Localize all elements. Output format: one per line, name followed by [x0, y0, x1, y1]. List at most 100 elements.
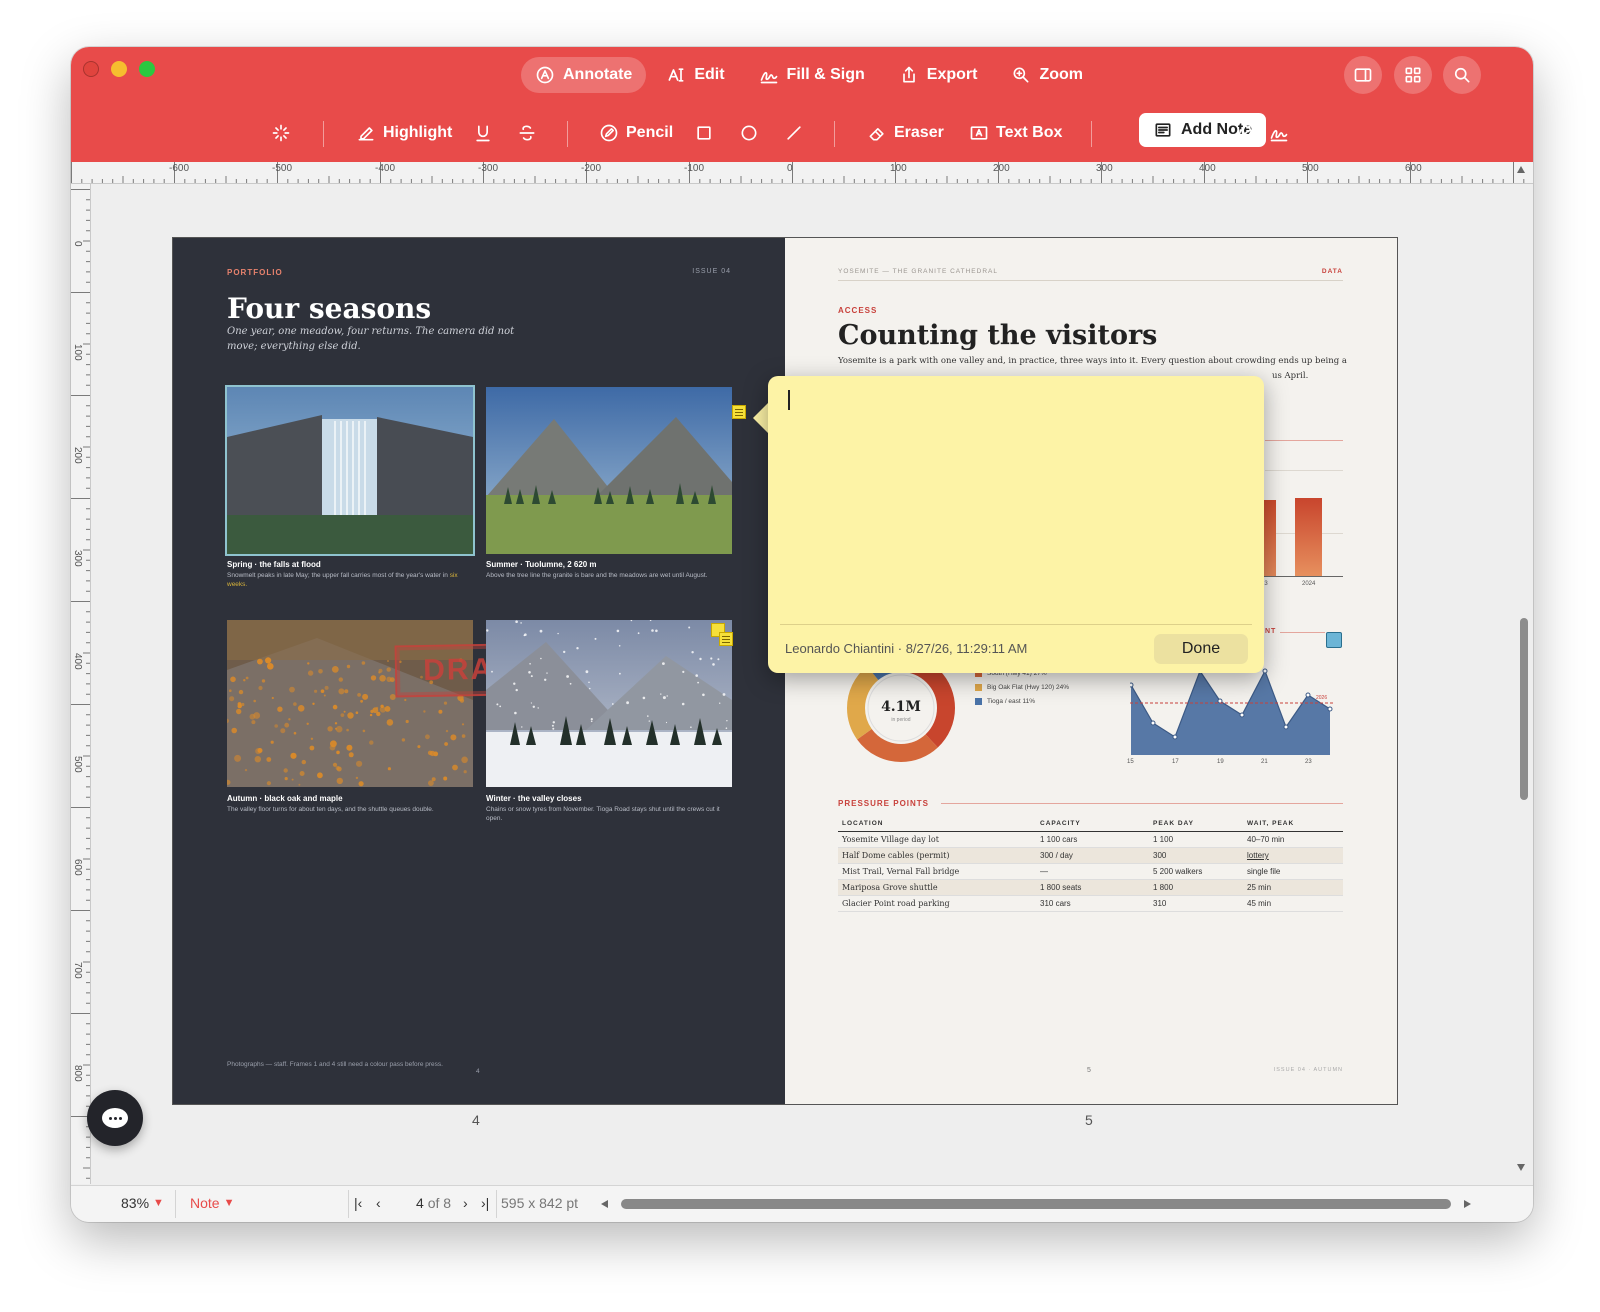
leaf-dot	[361, 661, 366, 665]
minimize-window-button[interactable]	[111, 61, 127, 77]
snow-dot	[552, 721, 555, 724]
leaf-dot	[284, 777, 288, 781]
area-x-label: 21	[1261, 759, 1268, 765]
chat-button[interactable]	[87, 1090, 143, 1146]
legend-item: Big Oak Flat (Hwy 120) 24%	[975, 680, 1069, 694]
search-button[interactable]	[1443, 56, 1481, 94]
sidebar-toggle-button[interactable]	[1344, 56, 1382, 94]
chevron-down-icon: ▼	[223, 1197, 235, 1209]
leaf-dot	[254, 756, 261, 763]
note-popup: Leonardo Chiantini · 8/27/26, 11:29:11 A…	[768, 376, 1264, 673]
leaf-dot	[243, 679, 246, 682]
snow-dot	[682, 670, 685, 673]
text-box-tool-button[interactable]: Text Box	[969, 113, 1062, 153]
annotation-mode-select[interactable]: Note ▼	[190, 1195, 234, 1211]
leaf-dot	[360, 699, 363, 703]
table-row: Half Dome cables (permit) 300 / day 300 …	[838, 847, 1343, 864]
thumbnails-button[interactable]	[1394, 56, 1432, 94]
photo-summer[interactable]	[486, 387, 732, 554]
table-cell: 310	[1149, 895, 1243, 912]
signature-icon	[1269, 123, 1289, 143]
leaf-dot	[299, 771, 305, 776]
leaf-dot	[307, 670, 314, 676]
page-number: 5	[1087, 1067, 1091, 1074]
pencil-tool-button[interactable]: Pencil	[599, 113, 673, 153]
snow-dot	[660, 693, 662, 695]
tab-zoom[interactable]: Zoom	[997, 57, 1097, 93]
legend-swatch	[975, 683, 982, 691]
leaf-dot	[452, 764, 458, 771]
note-done-button[interactable]: Done	[1154, 634, 1248, 664]
photo-spring[interactable]	[227, 387, 473, 554]
eraser-tool-button[interactable]: Eraser	[867, 113, 944, 153]
ruler-label: 0	[72, 241, 83, 247]
leaf-dot	[461, 723, 465, 726]
leaf-dot	[291, 778, 294, 781]
last-page-button[interactable]: ›|	[481, 1195, 489, 1211]
snow-dot	[537, 707, 539, 709]
maximize-window-button[interactable]	[139, 61, 155, 77]
vertical-scrollbar[interactable]	[1512, 162, 1533, 1182]
column-header: PEAK DAY	[1149, 816, 1243, 832]
photo-winter[interactable]	[486, 620, 732, 787]
tab-fill-sign[interactable]: Fill & Sign	[745, 57, 879, 93]
leaf-dot	[312, 702, 315, 705]
scroll-left-arrow[interactable]	[601, 1200, 608, 1208]
prev-page-button[interactable]: ‹	[376, 1195, 381, 1211]
next-page-button[interactable]: ›	[463, 1195, 468, 1211]
zoom-select[interactable]: 83% ▼	[121, 1195, 164, 1211]
bar-2024	[1295, 498, 1322, 576]
leaf-dot	[229, 696, 235, 702]
leaf-dot	[423, 710, 426, 713]
signature-tool-button[interactable]	[1269, 113, 1289, 153]
bar-label: 2024	[1302, 581, 1316, 587]
scroll-down-arrow[interactable]	[1517, 1164, 1525, 1171]
tab-edit[interactable]: Edit	[652, 57, 738, 93]
leaf-dot	[253, 699, 256, 703]
first-page-button[interactable]: |‹	[354, 1195, 362, 1211]
page-label: 4	[472, 1112, 480, 1128]
bar-2023	[1263, 500, 1276, 576]
ruler-label: 0	[787, 163, 793, 174]
underline-tool-button[interactable]	[473, 113, 493, 153]
blue-note-marker-icon[interactable]	[1326, 632, 1342, 648]
legend-label: Tioga / east 11%	[987, 697, 1036, 705]
line-tool-button[interactable]	[784, 113, 804, 153]
scroll-right-arrow[interactable]	[1464, 1200, 1471, 1208]
photo-caption-text: Above the tree line the granite is bare …	[486, 572, 708, 579]
text-cursor-icon	[666, 65, 686, 85]
snow-dot	[688, 626, 691, 629]
note-marker-icon[interactable]	[732, 405, 746, 419]
line-icon	[784, 123, 804, 143]
leaf-dot	[343, 710, 346, 713]
tab-annotate[interactable]: Annotate	[521, 57, 647, 93]
note-marker-icon[interactable]	[719, 632, 733, 646]
table-cell-link[interactable]: lottery	[1243, 847, 1343, 864]
leaf-dot	[258, 685, 263, 691]
table-cell: —	[1036, 863, 1149, 880]
snow-dot	[690, 726, 692, 728]
snow-dot	[726, 720, 728, 722]
note-text-input[interactable]	[780, 386, 1250, 611]
strikethrough-tool-button[interactable]	[517, 113, 537, 153]
section-label: PORTFOLIO	[227, 268, 283, 277]
select-tool-button[interactable]	[271, 113, 291, 153]
table-row: Glacier Point road parking 310 cars 310 …	[838, 895, 1343, 912]
leaf-dot	[271, 696, 274, 700]
page-indicator[interactable]: 4 of 8	[416, 1195, 451, 1211]
rectangle-tool-button[interactable]	[694, 113, 714, 153]
close-window-button[interactable]	[83, 61, 99, 77]
horizontal-scrollbar[interactable]	[621, 1199, 1451, 1209]
running-header: YOSEMITE — THE GRANITE CATHEDRAL	[838, 268, 998, 275]
snow-dot	[515, 620, 518, 623]
scrollbar-thumb[interactable]	[1520, 618, 1528, 800]
eraser-icon	[867, 123, 887, 143]
highlight-tool-button[interactable]: Highlight	[356, 113, 452, 153]
chat-bubble-icon	[102, 1108, 128, 1128]
tab-export[interactable]: Export	[885, 57, 992, 93]
leaf-dot	[237, 702, 242, 706]
tab-fill-sign-label: Fill & Sign	[786, 66, 865, 83]
stamp-tool-button[interactable]	[1235, 113, 1255, 153]
running-header-right: DATA	[1321, 268, 1343, 275]
ellipse-tool-button[interactable]	[739, 113, 759, 153]
